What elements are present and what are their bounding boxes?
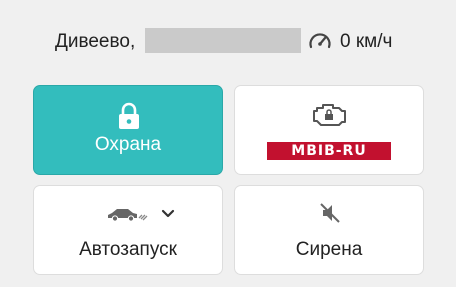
- speedometer-icon: [309, 33, 331, 49]
- car-icon: [108, 209, 148, 222]
- chevron-down-icon[interactable]: [160, 208, 176, 220]
- mute-icon: [320, 203, 340, 223]
- autostart-button[interactable]: Автозапуск: [33, 185, 223, 275]
- app-screen: Дивеево, 0 км/ч Охрана MBIB-RU Автозапус…: [0, 0, 456, 287]
- autostart-label: Автозапуск: [79, 239, 177, 260]
- siren-button[interactable]: Сирена: [234, 185, 424, 275]
- status-header: Дивеево, 0 км/ч: [0, 24, 456, 58]
- siren-label: Сирена: [295, 239, 363, 260]
- mbib-logo-badge: MBIB-RU: [267, 142, 391, 160]
- guard-label: Охрана: [94, 134, 162, 155]
- engine-diagnostics-button[interactable]: MBIB-RU: [234, 85, 424, 175]
- guard-button[interactable]: Охрана: [33, 85, 223, 175]
- redacted-address-field: [145, 28, 301, 53]
- location-label: Дивеево,: [55, 31, 136, 52]
- speed-value: 0 км/ч: [340, 31, 393, 52]
- lock-icon: [119, 102, 139, 129]
- engine-check-icon: [313, 104, 346, 126]
